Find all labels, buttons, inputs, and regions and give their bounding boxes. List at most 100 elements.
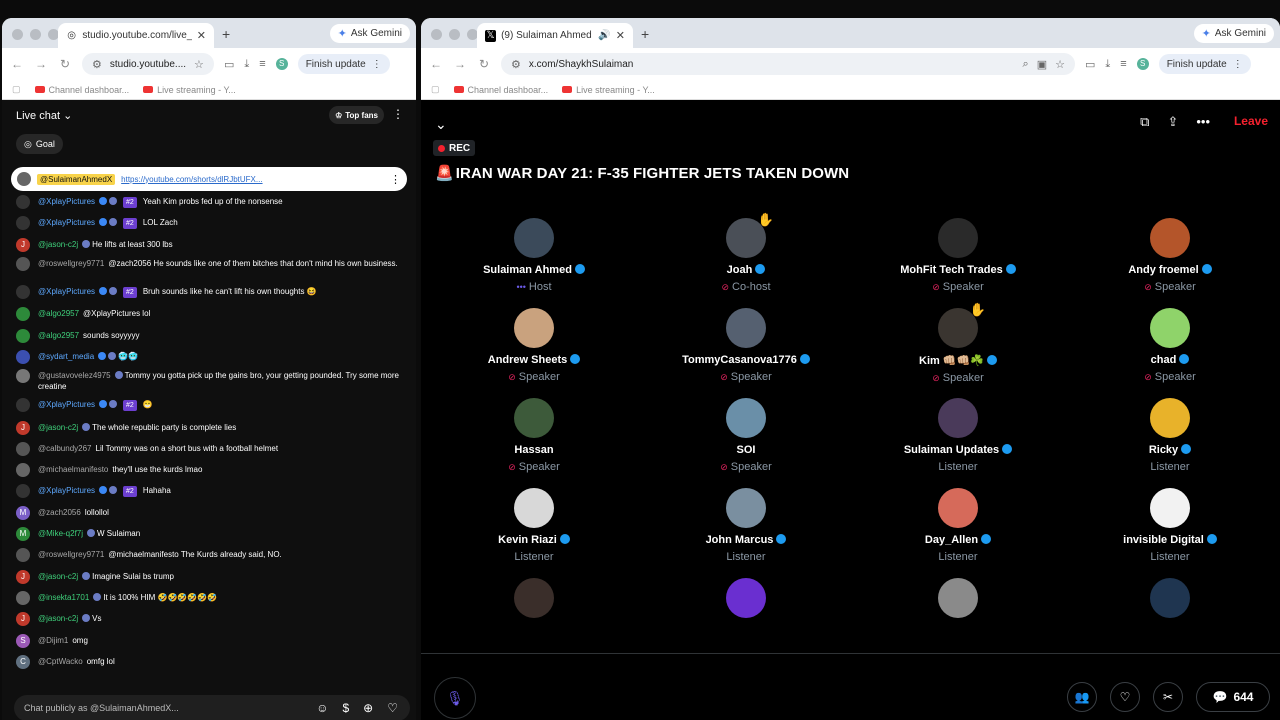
participant[interactable]: Andy froemel ⊘ Speaker — [1075, 218, 1265, 293]
chat-message[interactable]: @calbundy267 Lil Tommy was on a short bus… — [16, 442, 408, 456]
participant[interactable]: Andrew Sheets ⊘ Speaker — [439, 308, 629, 383]
avatar[interactable] — [726, 488, 766, 528]
avatar[interactable] — [514, 218, 554, 258]
bookmark-item[interactable]: Live streaming - Y... — [143, 85, 236, 95]
pinned-link[interactable]: https://youtube.com/shorts/dlRJbtUFX... — [121, 175, 262, 184]
clip-button[interactable]: ✂ — [1153, 682, 1183, 712]
reload-icon[interactable]: ↻ — [477, 57, 491, 71]
participant[interactable] — [651, 578, 841, 618]
participant[interactable] — [439, 578, 629, 618]
message-author[interactable]: @Mike-q2f7j — [38, 529, 83, 538]
participant[interactable] — [1075, 578, 1265, 618]
participant[interactable]: Day_Allen Listener — [863, 488, 1053, 563]
avatar[interactable] — [938, 578, 978, 618]
avatar[interactable]: C — [16, 655, 30, 669]
bookmark-item[interactable]: Live streaming - Y... — [562, 85, 655, 95]
finish-update-button[interactable]: Finish update ⋮ — [1158, 54, 1251, 74]
message-author[interactable]: @roswellgrey9771 — [38, 550, 104, 559]
avatar[interactable] — [16, 591, 30, 605]
download-icon[interactable]: ⤓ — [1105, 58, 1110, 71]
participant[interactable] — [863, 578, 1053, 618]
message-author[interactable]: @michaelmanifesto — [38, 465, 108, 474]
back-icon[interactable]: ← — [10, 57, 24, 71]
avatar[interactable]: ✋ — [726, 212, 774, 258]
window-controls[interactable] — [12, 29, 59, 40]
close-tab-icon[interactable]: ✕ — [616, 29, 625, 42]
pip-icon[interactable]: ⧉ — [1140, 114, 1149, 130]
avatar[interactable] — [16, 195, 30, 209]
cast-icon[interactable]: ▭ — [1085, 58, 1095, 71]
message-author[interactable]: @insekta1701 — [38, 593, 89, 602]
close-window-button[interactable] — [12, 29, 23, 40]
avatar[interactable] — [16, 307, 30, 321]
download-icon[interactable]: ⤓ — [244, 58, 249, 71]
avatar[interactable] — [16, 329, 30, 343]
address-bar[interactable]: ⚙ x.com/ShaykhSulaiman ⌕ ▣ ☆ — [501, 53, 1075, 75]
message-author[interactable]: @XplayPictures — [38, 486, 95, 495]
avatar[interactable]: S — [16, 634, 30, 648]
apps-icon[interactable]: ▢ — [12, 84, 21, 95]
avatar[interactable] — [16, 442, 30, 456]
bookmark-item[interactable]: Channel dashboar... — [453, 85, 548, 95]
speaker-icon[interactable]: 🔊 — [598, 30, 610, 41]
chat-message[interactable]: C @CptWacko omfg lol — [16, 655, 408, 669]
window-controls[interactable] — [431, 29, 478, 40]
participant[interactable]: invisible Digital Listener — [1075, 488, 1265, 563]
minimize-space-icon[interactable]: ⌄ — [435, 116, 447, 133]
avatar[interactable] — [938, 218, 978, 258]
participant[interactable]: ✋ Joah ⊘ Co-host — [651, 212, 841, 293]
pinned-author[interactable]: @SulaimanAhmedX — [37, 173, 116, 185]
mic-button[interactable]: 🎙 — [434, 677, 476, 719]
chat-message[interactable]: @XplayPictures #2 LOL Zach — [16, 216, 408, 230]
avatar[interactable] — [16, 369, 30, 383]
participant[interactable]: chad ⊘ Speaker — [1075, 308, 1265, 383]
message-author[interactable]: @XplayPictures — [38, 197, 95, 206]
chat-message[interactable]: J @jason-c2j The whole republic party is c… — [16, 421, 408, 435]
avatar[interactable]: J — [16, 238, 30, 252]
avatar[interactable] — [16, 463, 30, 477]
message-author[interactable]: @XplayPictures — [38, 218, 95, 227]
chat-message[interactable]: M @zach2056 lollollol — [16, 506, 408, 520]
avatar[interactable] — [16, 216, 30, 230]
menu-kebab-icon[interactable]: ⋮ — [1233, 59, 1243, 70]
new-tab-button[interactable]: + — [641, 26, 649, 42]
chat-message[interactable]: M @Mike-q2f7j W Sulaiman — [16, 527, 408, 541]
forward-icon[interactable]: → — [453, 57, 467, 71]
avatar[interactable] — [16, 548, 30, 562]
profile-avatar[interactable]: S — [275, 58, 288, 70]
avatar[interactable]: M — [16, 527, 30, 541]
message-author[interactable]: @algo2957 — [38, 309, 79, 318]
comments-button[interactable]: 💬 644 — [1196, 682, 1270, 712]
chat-message[interactable]: @michaelmanifesto they'll use the kurds l… — [16, 463, 408, 477]
add-icon[interactable]: ⊕ — [363, 701, 373, 715]
leave-button[interactable]: Leave — [1234, 114, 1268, 128]
install-icon[interactable]: ▣ — [1037, 58, 1047, 71]
back-icon[interactable]: ← — [429, 57, 443, 71]
participant[interactable]: MohFit Tech Trades ⊘ Speaker — [863, 218, 1053, 293]
address-bar[interactable]: ⚙ studio.youtube.... ☆ — [82, 53, 214, 75]
avatar[interactable] — [514, 308, 554, 348]
pinned-menu-icon[interactable]: ⋮ — [390, 173, 401, 186]
react-button[interactable]: ♡ — [1110, 682, 1140, 712]
avatar[interactable] — [514, 578, 554, 618]
chat-message[interactable]: @roswellgrey9771 @zach2056 He sounds like… — [16, 257, 408, 271]
chat-message[interactable]: J @jason-c2j Vs — [16, 612, 408, 626]
message-author[interactable]: @jason-c2j — [38, 614, 78, 623]
avatar[interactable]: J — [16, 421, 30, 435]
message-author[interactable]: @zach2056 — [38, 508, 81, 517]
message-author[interactable]: @Dijim1 — [38, 636, 68, 645]
pinned-message[interactable]: @SulaimanAhmedX https://youtube.com/shor… — [11, 167, 407, 191]
bookmark-star-icon[interactable]: ☆ — [194, 58, 204, 71]
message-author[interactable]: @calbundy267 — [38, 444, 92, 453]
avatar[interactable] — [1150, 308, 1190, 348]
chat-message[interactable]: @XplayPictures #2 Bruh sounds like he can'… — [16, 285, 408, 299]
chat-message[interactable]: @roswellgrey9771 @michaelmanifesto The Ku… — [16, 548, 408, 562]
avatar[interactable] — [938, 488, 978, 528]
share-icon[interactable]: ⇪ — [1167, 114, 1178, 130]
chat-message[interactable]: @XplayPictures #2 😁 — [16, 398, 408, 412]
site-info-icon[interactable]: ⚙ — [511, 58, 521, 71]
zoom-icon[interactable]: ⌕ — [1023, 58, 1029, 71]
participant[interactable]: TommyCasanova1776 ⊘ Speaker — [651, 308, 841, 383]
avatar[interactable] — [16, 257, 30, 271]
chat-message[interactable]: @algo2957 sounds soyyyyy — [16, 329, 408, 343]
